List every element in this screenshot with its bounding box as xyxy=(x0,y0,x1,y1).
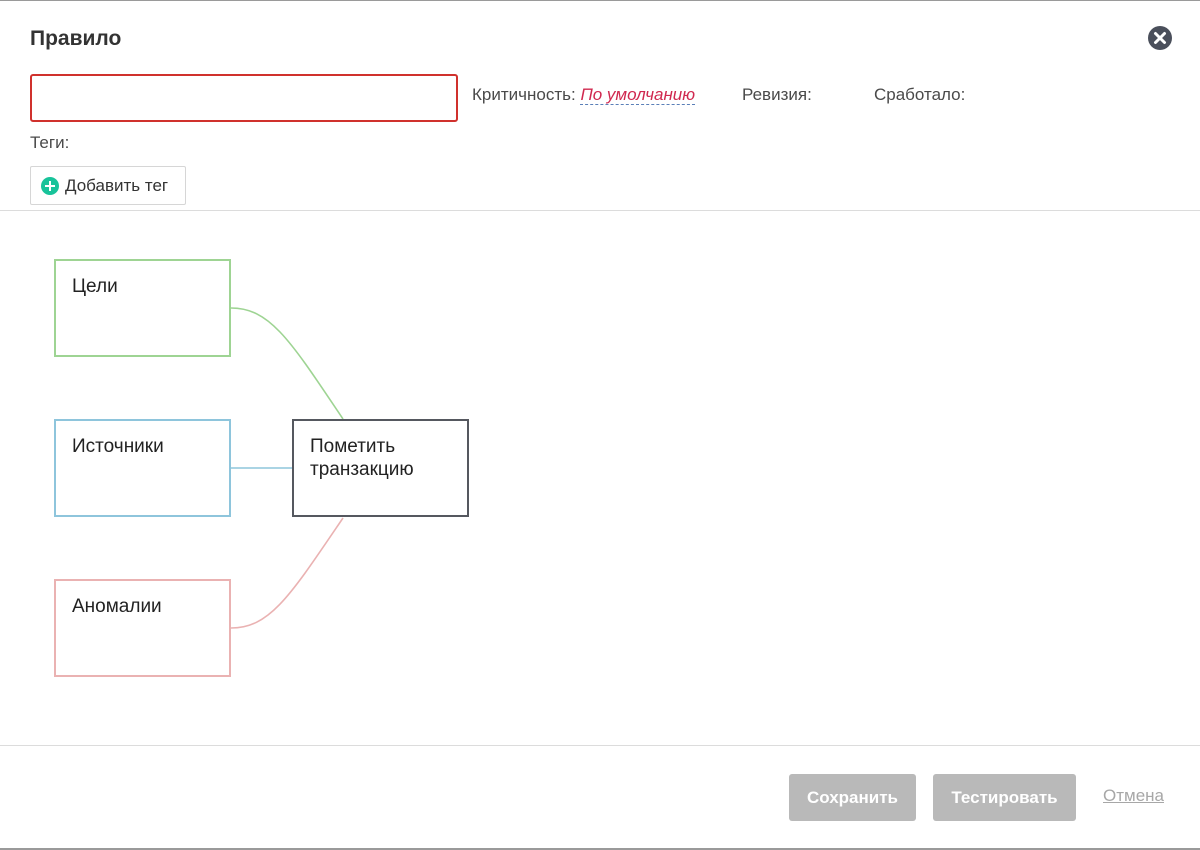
anomalies-connector xyxy=(230,517,344,629)
node-sources[interactable]: Источники xyxy=(54,419,231,517)
add-tag-button[interactable]: Добавить тег xyxy=(30,166,186,205)
criticality-value-link[interactable]: По умолчанию xyxy=(580,85,696,105)
node-sources-label: Источники xyxy=(72,436,164,457)
test-button[interactable]: Тестировать xyxy=(933,774,1076,821)
triggered-label: Сработало: xyxy=(874,85,966,104)
node-action-label-line1: Пометить xyxy=(310,436,396,457)
rule-dialog: Правило Критичность: По умолчанию Ревизи… xyxy=(0,0,1200,850)
top-border xyxy=(0,0,1200,1)
node-anomalies[interactable]: Аномалии xyxy=(54,579,231,677)
revision-label: Ревизия: xyxy=(742,85,812,104)
node-mark-transaction[interactable]: Пометить транзакцию xyxy=(292,419,469,517)
node-goals[interactable]: Цели xyxy=(54,259,231,357)
footer-divider xyxy=(0,745,1200,746)
save-button[interactable]: Сохранить xyxy=(789,774,916,821)
close-icon xyxy=(1154,32,1166,44)
node-action-label-line2: транзакцию xyxy=(310,459,414,480)
goals-connector xyxy=(230,307,344,420)
cancel-link[interactable]: Отмена xyxy=(1103,786,1164,806)
plus-circle-icon xyxy=(41,176,59,195)
header-divider xyxy=(0,210,1200,211)
criticality-field: Критичность: По умолчанию xyxy=(472,85,696,105)
dialog-title: Правило xyxy=(30,27,122,50)
node-anomalies-label: Аномалии xyxy=(72,596,162,617)
rule-name-input[interactable] xyxy=(30,74,458,122)
node-goals-label: Цели xyxy=(72,276,118,297)
criticality-label: Критичность: xyxy=(472,85,576,104)
close-button[interactable] xyxy=(1148,26,1172,50)
add-tag-label: Добавить тег xyxy=(65,175,169,195)
tags-label: Теги: xyxy=(30,133,70,152)
